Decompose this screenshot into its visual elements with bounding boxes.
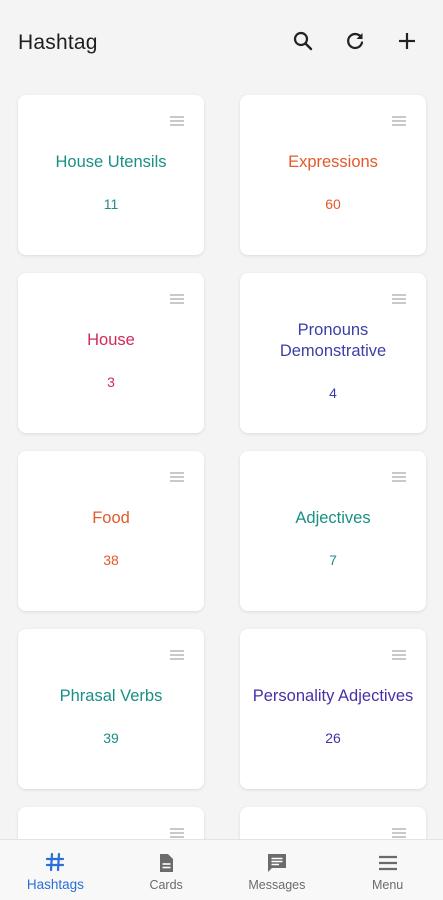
hashtag-card[interactable]: Expressions 60 [240, 95, 426, 255]
nav-label: Menu [371, 877, 404, 892]
hashtag-title: Phrasal Verbs [59, 687, 163, 705]
nav-label: Hashtags [26, 877, 84, 892]
drag-handle-icon[interactable] [170, 828, 184, 839]
drag-handle-icon[interactable] [170, 116, 184, 127]
hashtag-card[interactable]: Pronouns Demonstrative 4 [240, 273, 426, 433]
drag-handle-icon[interactable] [170, 294, 184, 305]
hashtag-title: Adjectives [295, 509, 371, 527]
nav-item-menu[interactable]: Menu [332, 840, 443, 900]
document-icon [160, 853, 174, 872]
hashtag-title: Pronouns Demonstrative [279, 320, 387, 360]
hashtag-title: House [87, 331, 135, 349]
hashtag-card[interactable]: Food 38 [18, 451, 204, 611]
hashtag-icon [46, 852, 65, 872]
hashtag-card[interactable]: Adjectives 7 [240, 451, 426, 611]
nav-item-hashtags[interactable]: Hashtags [0, 840, 111, 900]
message-icon [267, 853, 286, 872]
hashtag-title: House Utensils [55, 153, 167, 171]
hashtag-count: 60 [325, 196, 341, 212]
drag-handle-icon[interactable] [392, 294, 406, 305]
nav-item-messages[interactable]: Messages [222, 840, 333, 900]
drag-handle-icon[interactable] [392, 650, 406, 661]
hashtag-count: 26 [325, 730, 341, 746]
menu-icon [378, 855, 397, 870]
add-icon [399, 33, 415, 49]
search-icon [293, 31, 313, 51]
drag-handle-icon[interactable] [392, 472, 406, 483]
hashtag-grid: House Utensils 11 Expressions 60 House 3 Prono… [18, 95, 426, 867]
refresh-icon [347, 32, 364, 50]
hashtag-card[interactable]: House Utensils 11 [18, 95, 204, 255]
hashtag-card[interactable]: Personality Adjectives 26 [240, 629, 426, 789]
app-bar: Hashtag [0, 0, 443, 88]
hashtag-count: 3 [107, 374, 115, 390]
hashtag-count: 38 [103, 552, 119, 568]
hashtag-title: Personality Adjectives [252, 687, 414, 705]
nav-item-cards[interactable]: Cards [111, 840, 222, 900]
hashtag-count: 7 [329, 552, 337, 568]
drag-handle-icon[interactable] [170, 650, 184, 661]
page-title: Hashtag [18, 31, 98, 54]
refresh-button[interactable] [343, 29, 367, 53]
search-button[interactable] [291, 29, 315, 53]
drag-handle-icon[interactable] [392, 116, 406, 127]
drag-handle-icon[interactable] [392, 828, 406, 839]
drag-handle-icon[interactable] [170, 472, 184, 483]
nav-label: Messages [248, 877, 306, 892]
nav-label: Cards [149, 877, 183, 892]
hashtag-count: 4 [329, 384, 337, 401]
hashtag-title: Food [92, 509, 130, 527]
hashtag-count: 11 [103, 196, 119, 212]
hashtag-card[interactable]: House 3 [18, 273, 204, 433]
hashtag-card[interactable]: Phrasal Verbs 39 [18, 629, 204, 789]
bottom-navigation: Hashtags Cards Messages Menu [0, 839, 443, 900]
hashtag-title: Expressions [288, 153, 378, 171]
hashtag-count: 39 [103, 730, 119, 746]
add-button[interactable] [395, 29, 419, 53]
app-bar-actions [291, 29, 419, 53]
